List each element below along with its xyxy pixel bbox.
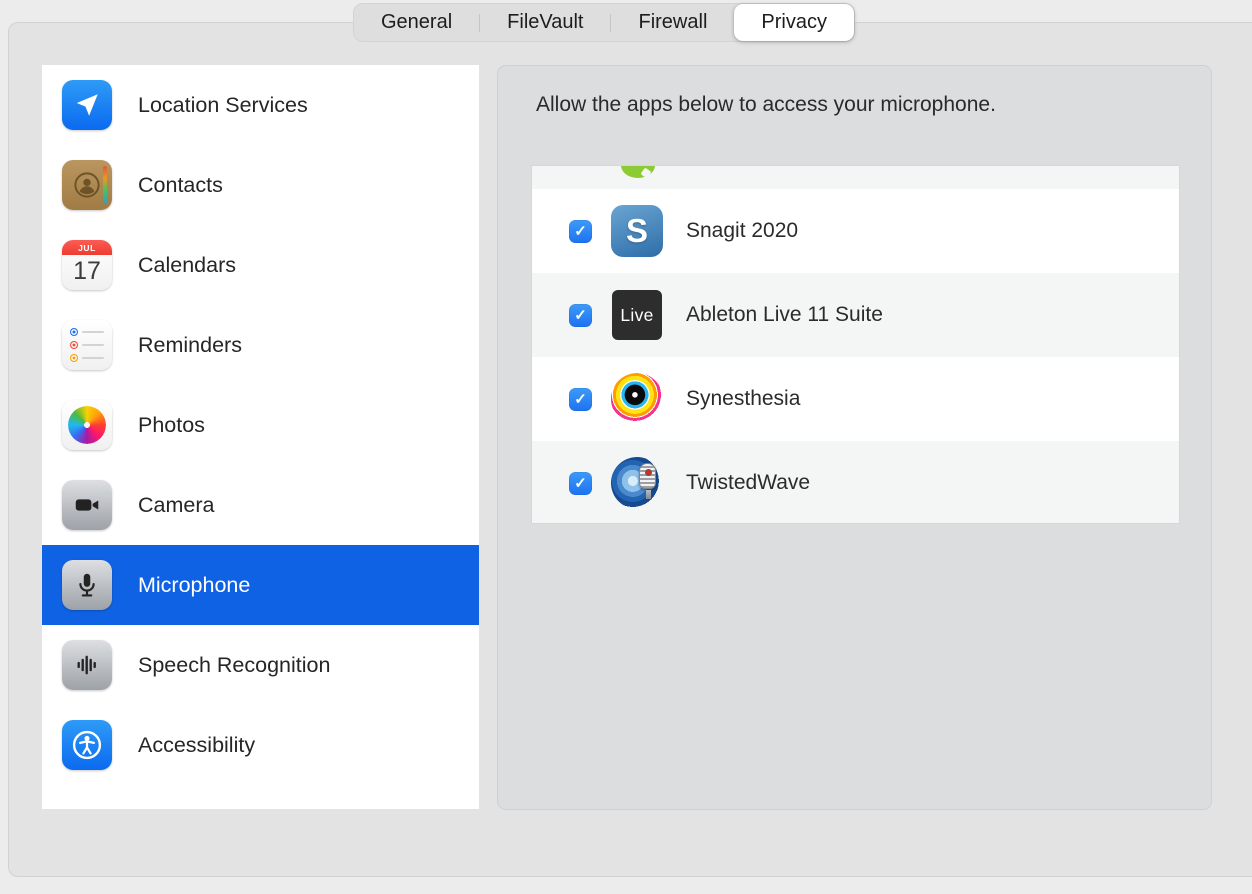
app-checkbox[interactable]: ✓ bbox=[569, 388, 592, 411]
tab-general[interactable]: General bbox=[354, 4, 479, 41]
speech-recognition-icon bbox=[62, 640, 112, 690]
sidebar-item-location-services[interactable]: Location Services bbox=[42, 65, 479, 145]
app-checkbox[interactable]: ✓ bbox=[569, 472, 592, 495]
allowed-apps-list[interactable]: ✓ S Snagit 2020 ✓ Live Ableton Live 11 S… bbox=[531, 165, 1180, 524]
twistedwave-icon bbox=[611, 457, 663, 509]
app-row-ableton-live[interactable]: ✓ Live Ableton Live 11 Suite bbox=[532, 273, 1179, 357]
app-row-synesthesia[interactable]: ✓ Synesthesia bbox=[532, 357, 1179, 441]
calendar-month: JUL bbox=[62, 240, 112, 255]
sidebar-item-label: Microphone bbox=[138, 573, 250, 598]
app-row-partial[interactable] bbox=[532, 166, 1179, 189]
calendar-day: 17 bbox=[73, 257, 101, 286]
camera-icon bbox=[62, 480, 112, 530]
app-name: Snagit 2020 bbox=[686, 219, 798, 243]
app-name: TwistedWave bbox=[686, 471, 810, 495]
synesthesia-icon bbox=[611, 373, 663, 425]
sidebar-item-microphone[interactable]: Microphone bbox=[42, 545, 479, 625]
sidebar-item-contacts[interactable]: Contacts bbox=[42, 145, 479, 225]
sidebar-item-label: Location Services bbox=[138, 93, 308, 118]
sidebar-item-label: Photos bbox=[138, 413, 205, 438]
sidebar-item-speech-recognition[interactable]: Speech Recognition bbox=[42, 625, 479, 705]
sidebar-item-label: Contacts bbox=[138, 173, 223, 198]
sidebar-item-label: Camera bbox=[138, 493, 214, 518]
sidebar-item-photos[interactable]: Photos bbox=[42, 385, 479, 465]
tab-filevault[interactable]: FileVault bbox=[480, 4, 610, 41]
app-row-twistedwave[interactable]: ✓ TwistedWave bbox=[532, 441, 1179, 524]
contacts-icon bbox=[62, 160, 112, 210]
photos-icon bbox=[62, 400, 112, 450]
panel-heading: Allow the apps below to access your micr… bbox=[536, 93, 996, 117]
sidebar-item-label: Accessibility bbox=[138, 733, 255, 758]
privacy-category-sidebar[interactable]: Location Services Contacts JUL 17 Calend… bbox=[42, 65, 479, 809]
reminders-icon bbox=[62, 320, 112, 370]
partial-app-icon bbox=[621, 166, 655, 178]
app-name: Synesthesia bbox=[686, 387, 800, 411]
app-checkbox[interactable]: ✓ bbox=[569, 220, 592, 243]
microphone-permissions-panel: Allow the apps below to access your micr… bbox=[497, 65, 1212, 810]
contacts-icon-stripe bbox=[103, 166, 107, 204]
app-name: Ableton Live 11 Suite bbox=[686, 303, 883, 327]
tab-privacy[interactable]: Privacy bbox=[734, 4, 854, 41]
twistedwave-mic-detail bbox=[639, 463, 656, 489]
app-checkbox[interactable]: ✓ bbox=[569, 304, 592, 327]
sidebar-item-calendars[interactable]: JUL 17 Calendars bbox=[42, 225, 479, 305]
calendars-icon: JUL 17 bbox=[62, 240, 112, 290]
snagit-icon: S bbox=[611, 205, 663, 257]
sidebar-item-label: Speech Recognition bbox=[138, 653, 330, 678]
location-services-icon bbox=[62, 80, 112, 130]
accessibility-icon bbox=[62, 720, 112, 770]
microphone-icon bbox=[62, 560, 112, 610]
sidebar-item-label: Reminders bbox=[138, 333, 242, 358]
sidebar-item-accessibility[interactable]: Accessibility bbox=[42, 705, 479, 785]
ableton-live-icon: Live bbox=[611, 289, 663, 341]
tab-firewall[interactable]: Firewall bbox=[611, 4, 734, 41]
sidebar-item-camera[interactable]: Camera bbox=[42, 465, 479, 545]
sidebar-item-label: Calendars bbox=[138, 253, 236, 278]
sidebar-item-reminders[interactable]: Reminders bbox=[42, 305, 479, 385]
app-row-snagit[interactable]: ✓ S Snagit 2020 bbox=[532, 189, 1179, 273]
tab-bar: General FileVault Firewall Privacy bbox=[353, 3, 855, 42]
